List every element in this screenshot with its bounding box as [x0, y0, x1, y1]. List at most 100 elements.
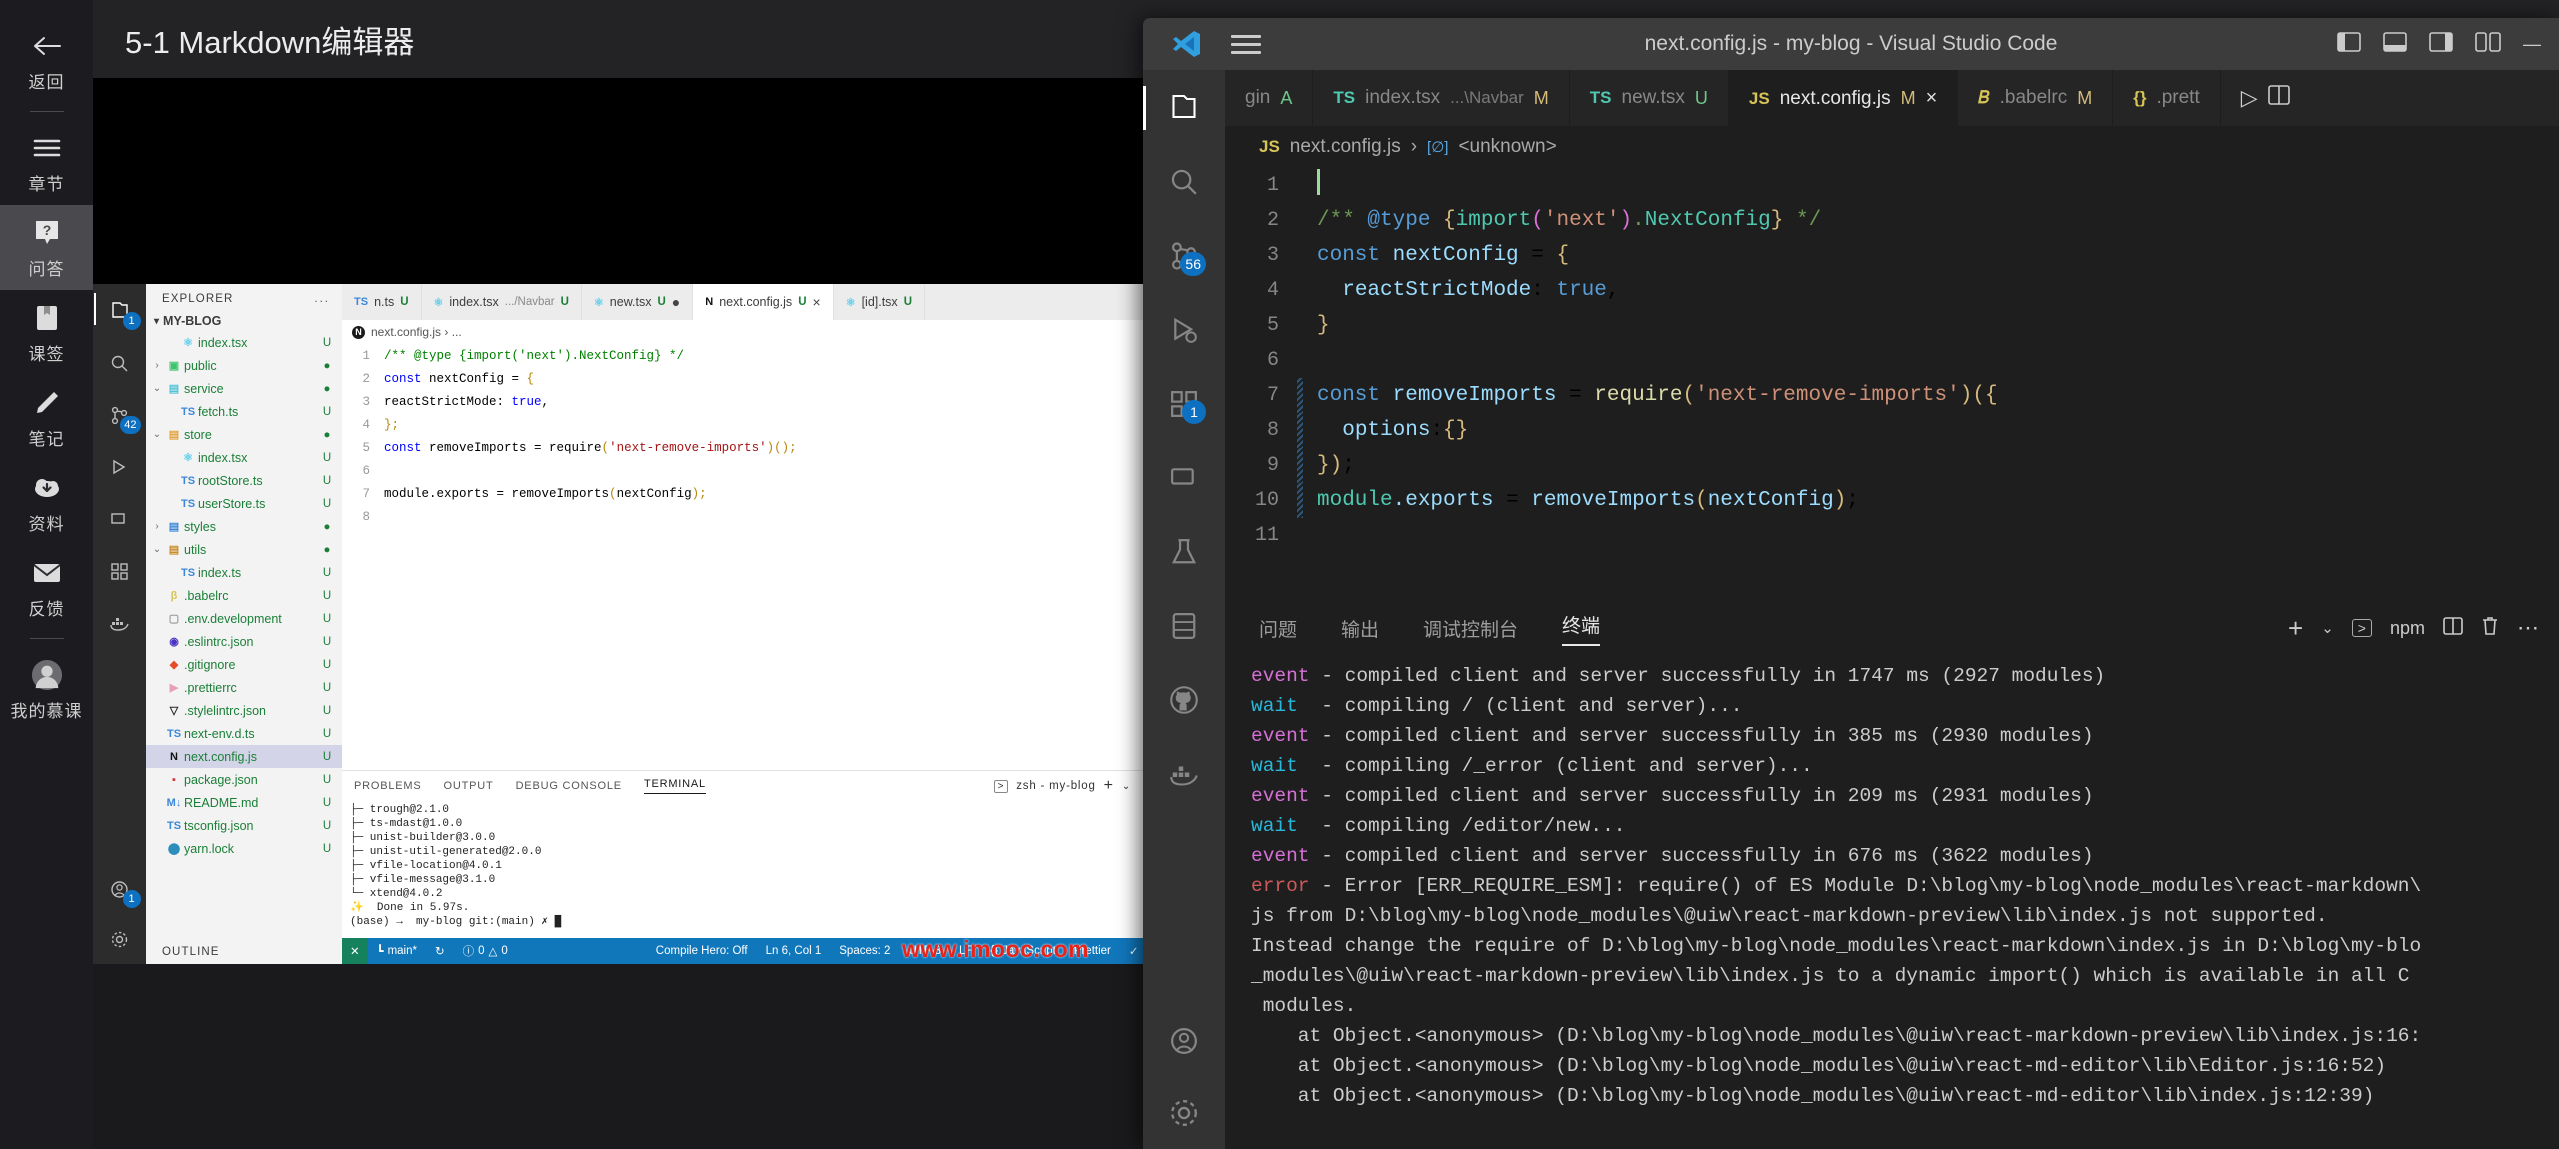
- explorer-file-row[interactable]: M↓ README.md U: [146, 791, 342, 814]
- explorer-file-row[interactable]: ⚛ index.tsx U: [146, 331, 342, 354]
- sidebar-item-my-imooc[interactable]: 我的慕课: [0, 647, 93, 732]
- code-line[interactable]: 3 reactStrictMode: true,: [346, 390, 1143, 413]
- new-terminal-icon[interactable]: +: [1104, 777, 1114, 795]
- status-branch[interactable]: ┗ main*: [368, 944, 426, 958]
- sidebar-item-notes[interactable]: 笔记: [0, 375, 93, 460]
- code-line[interactable]: 1: [1225, 168, 2559, 203]
- layout-customize-icon[interactable]: [2475, 31, 2501, 57]
- panel-left-toggle-icon[interactable]: [2337, 31, 2361, 57]
- code-line[interactable]: 2 const nextConfig = {: [346, 367, 1143, 390]
- panel-tab-terminal[interactable]: TERMINAL: [643, 778, 706, 794]
- chevron-down-icon[interactable]: ⌄: [2321, 619, 2334, 637]
- code-line[interactable]: 4};: [346, 413, 1143, 436]
- explorer-file-row[interactable]: Nnext.config.js U: [146, 745, 342, 768]
- sidebar-item-back[interactable]: 返回: [0, 18, 93, 103]
- outline-section[interactable]: OUTLINE: [146, 940, 342, 964]
- panel-tab-problems[interactable]: 问题: [1259, 615, 1297, 642]
- panel-tab-problems[interactable]: PROBLEMS: [354, 780, 422, 792]
- explorer-file-row[interactable]: ⌄ ▤ service ●: [146, 377, 342, 400]
- chevron-icon[interactable]: ⌄: [150, 544, 164, 555]
- explorer-file-row[interactable]: ▢ .env.development U: [146, 607, 342, 630]
- run-debug-icon[interactable]: [1162, 308, 1206, 352]
- split-editor-icon[interactable]: [2267, 85, 2290, 111]
- vscode-back-explorer[interactable]: EXPLORER ... ▾ MY-BLOG ⚛ index.tsx U › ▣ publ…: [146, 284, 342, 964]
- docker-icon[interactable]: [105, 608, 135, 638]
- search-icon[interactable]: [105, 348, 135, 378]
- remote-explorer-icon[interactable]: [105, 504, 135, 534]
- code-line[interactable]: 6: [1225, 343, 2559, 378]
- close-icon[interactable]: ×: [813, 294, 821, 310]
- explorer-file-row[interactable]: › ▣ public ●: [146, 354, 342, 377]
- status-compile-hero[interactable]: Compile Hero: Off: [647, 945, 757, 957]
- panel-right-toggle-icon[interactable]: [2429, 31, 2453, 57]
- vscode-back-status-bar[interactable]: ✕ ┗ main* ↻ ⓘ 0 △ 0 Compile Hero: Off Ln…: [342, 936, 1143, 964]
- explorer-root-folder[interactable]: ▾ MY-BLOG: [146, 311, 342, 331]
- source-control-icon[interactable]: 56: [1162, 234, 1206, 278]
- code-line[interactable]: 1 /** @type {import('next').NextConfig} *…: [346, 344, 1143, 367]
- vscode-front-breadcrumb[interactable]: JS next.config.js › [∅] <unknown>: [1225, 126, 2559, 164]
- vscode-back-code[interactable]: 1 /** @type {import('next').NextConfig} *…: [342, 344, 1143, 528]
- explorer-file-row[interactable]: TS next-env.d.ts U: [146, 722, 342, 745]
- explorer-file-row[interactable]: ▽ .stylelintrc.json U: [146, 699, 342, 722]
- vscode-front-tab-bar[interactable]: gin A TS index.tsx ...\Navbar M TS new.tsx U JS ne…: [1225, 70, 2559, 126]
- new-terminal-icon[interactable]: +: [2288, 613, 2303, 644]
- remote-explorer-icon[interactable]: [1162, 456, 1206, 500]
- vscode-back-breadcrumb[interactable]: N next.config.js › ...: [342, 320, 1143, 344]
- editor-tab[interactable]: ⚛ index.tsx .../Navbar U: [422, 284, 582, 320]
- database-icon[interactable]: [1162, 604, 1206, 648]
- panel-tab-terminal[interactable]: 终端: [1562, 611, 1601, 646]
- code-line[interactable]: 8: [346, 505, 1143, 528]
- explorer-file-row[interactable]: ⌄ ▤ store ●: [146, 423, 342, 446]
- run-file-icon[interactable]: ▷: [2241, 85, 2258, 111]
- vscode-front-code-wrap[interactable]: 1 2 /** @type {import('next').NextConfig} …: [1225, 164, 2559, 589]
- code-line[interactable]: 11: [1225, 518, 2559, 553]
- sidebar-item-bookmark[interactable]: 课签: [0, 290, 93, 375]
- code-line[interactable]: 3 const nextConfig = {: [1225, 238, 2559, 273]
- gear-icon[interactable]: [1162, 1091, 1206, 1135]
- vscode-front-terminal-output[interactable]: event - compiled client and server succe…: [1225, 653, 2559, 1111]
- more-actions-icon[interactable]: ⋯: [2517, 615, 2539, 641]
- explorer-file-row[interactable]: ◉ .eslintrc.json U: [146, 630, 342, 653]
- video-player[interactable]: [93, 78, 1143, 284]
- code-line[interactable]: 2 /** @type {import('next').NextConfig} *…: [1225, 203, 2559, 238]
- chevron-icon[interactable]: ›: [150, 521, 164, 532]
- terminal-shell-label[interactable]: zsh - my-blog: [1016, 780, 1095, 792]
- chevron-down-icon[interactable]: ⌄: [1122, 781, 1131, 792]
- editor-tab[interactable]: ⚛ new.tsx U ●: [582, 284, 694, 320]
- explorer-file-row[interactable]: β .babelrc U: [146, 584, 342, 607]
- vscode-back-terminal-output[interactable]: ├─ trough@2.1.0 ├─ ts-mdast@1.0.0 ├─ uni…: [342, 801, 1143, 929]
- vscode-background-window[interactable]: 1 42 1 EXPLORER ... ▾ MY-BLOG ⚛ index.ts…: [93, 284, 1143, 964]
- remote-indicator[interactable]: ✕: [342, 938, 368, 964]
- code-line[interactable]: 7 const removeImports = require('next-rem…: [1225, 378, 2559, 413]
- explorer-more-icon[interactable]: ...: [314, 293, 330, 305]
- chevron-icon[interactable]: ›: [150, 360, 164, 371]
- editor-tab[interactable]: 𝐵 .babelrc M: [1958, 70, 2114, 126]
- panel-bottom-toggle-icon[interactable]: [2383, 31, 2407, 57]
- editor-tab[interactable]: JS next.config.js M ×: [1728, 70, 1959, 126]
- explorer-file-row[interactable]: ◆ .gitignore U: [146, 653, 342, 676]
- explorer-icon[interactable]: [1143, 86, 1206, 130]
- explorer-icon[interactable]: 1: [93, 293, 141, 330]
- panel-tab-debug-console[interactable]: DEBUG CONSOLE: [516, 780, 622, 792]
- explorer-file-row[interactable]: TS fetch.ts U: [146, 400, 342, 423]
- minimize-button[interactable]: —: [2523, 34, 2541, 55]
- explorer-file-row[interactable]: ⬤ yarn.lock U: [146, 837, 342, 860]
- explorer-file-row[interactable]: › ▤ styles ●: [146, 515, 342, 538]
- extensions-icon[interactable]: [105, 556, 135, 586]
- vscode-front-panel-tabs[interactable]: 问题 输出 调试控制台 终端 + ⌄ > npm ⋯: [1225, 603, 2559, 653]
- menu-icon[interactable]: [1231, 34, 1261, 54]
- gear-icon[interactable]: [105, 924, 135, 954]
- code-line[interactable]: 4 reactStrictMode: true,: [1225, 273, 2559, 308]
- split-terminal-icon[interactable]: [2443, 616, 2463, 640]
- close-icon[interactable]: ×: [1926, 87, 1938, 110]
- code-line[interactable]: 10 module.exports = removeImports(nextCon…: [1225, 483, 2559, 518]
- code-line[interactable]: 9});: [1225, 448, 2559, 483]
- code-line[interactable]: 6: [346, 459, 1143, 482]
- code-line[interactable]: 7 module.exports = removeImports(nextConf…: [346, 482, 1143, 505]
- sidebar-item-feedback[interactable]: 反馈: [0, 545, 93, 630]
- status-position[interactable]: Ln 6, Col 1: [757, 945, 831, 957]
- breadcrumb-symbol[interactable]: <unknown>: [1458, 136, 1556, 158]
- source-control-icon[interactable]: 42: [105, 400, 141, 434]
- code-line[interactable]: 5}: [1225, 308, 2559, 343]
- vscode-back-panel-tabs[interactable]: PROBLEMS OUTPUT DEBUG CONSOLE TERMINAL >…: [342, 771, 1143, 801]
